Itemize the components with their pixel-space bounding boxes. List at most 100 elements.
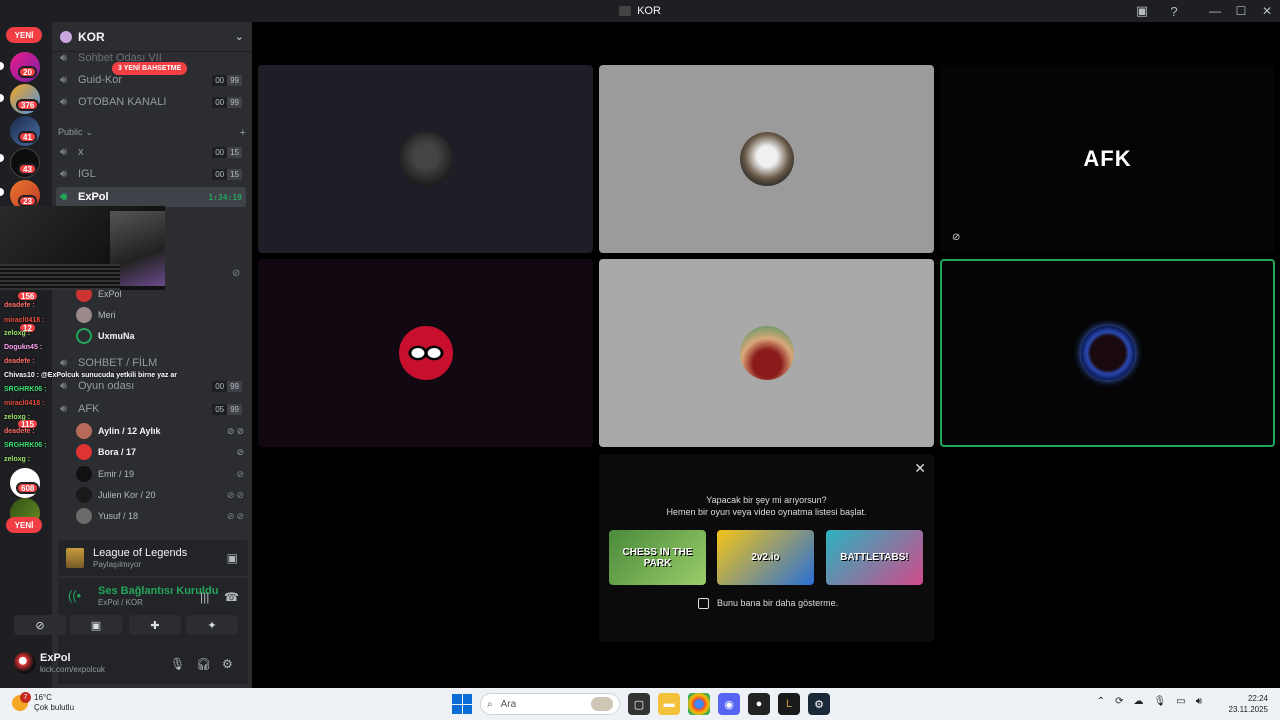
soundboard-button[interactable]: ✦ xyxy=(186,615,238,635)
camera-off-button[interactable]: ⊘ xyxy=(14,615,66,635)
mention-count-badge: 20 xyxy=(18,66,37,78)
unread-pill xyxy=(0,62,4,70)
muted-deafened-icons: ⊘⊘ xyxy=(226,425,246,436)
activities-button[interactable]: ✚ xyxy=(129,615,181,635)
participant-tile[interactable] xyxy=(599,259,934,447)
weather-icon: 7 xyxy=(12,692,31,711)
help-icon[interactable]: ? xyxy=(1158,0,1190,22)
chat-line: deadefe : xyxy=(4,428,35,435)
mention-count-badge: 43 xyxy=(18,163,37,175)
dont-show-checkbox[interactable] xyxy=(698,598,709,609)
participant-tile[interactable]: AFK ⊘ xyxy=(940,65,1275,253)
search-icon: ⌕ xyxy=(487,698,493,710)
game-card-chess[interactable]: CHESS IN THE PARK xyxy=(609,530,706,585)
settings-gear-icon[interactable]: ⚙ xyxy=(222,657,233,671)
channel-igl[interactable]: 🔊︎ IGL 00 15 xyxy=(56,164,246,184)
mention-count-badge: 41 xyxy=(18,131,37,143)
chat-line: deadefe : xyxy=(4,302,35,309)
category-public[interactable]: Public ⌄ + xyxy=(58,127,246,139)
muted-deafened-icons: ⊘⊘ xyxy=(226,489,246,500)
user-limit-max: 99 xyxy=(227,96,242,108)
participant-avatar xyxy=(398,132,453,186)
share-screen-icon[interactable]: ▣ xyxy=(227,551,238,565)
close-icon[interactable]: ✕ xyxy=(914,460,926,477)
weather-widget[interactable]: 7 16°C Çok bulutlu xyxy=(12,692,74,713)
user-limit-max: 15 xyxy=(227,146,242,158)
chat-line: SRGHRK06 : xyxy=(4,442,47,449)
participant-avatar xyxy=(739,132,794,186)
search-placeholder: Ara xyxy=(500,698,517,710)
user-limit: 00 15 xyxy=(212,146,242,158)
unread-pill xyxy=(0,188,4,196)
user-limit: 00 99 xyxy=(212,74,242,86)
new-badge-top[interactable]: YENİ xyxy=(6,27,42,43)
participant-tile[interactable] xyxy=(599,65,934,253)
minimize-button[interactable]: — xyxy=(1202,0,1228,22)
channel-expol[interactable]: 🔊︎ ExPol 1:34:19 xyxy=(56,187,246,207)
user-custom-status: kick.com/expolcuk xyxy=(40,665,105,674)
user-limit: 00 15 xyxy=(212,168,242,180)
activity-subheading: Hemen bir oyun veya video oynatma listes… xyxy=(666,507,867,517)
participant-tile-speaking[interactable] xyxy=(940,259,1275,447)
league-of-legends-icon xyxy=(66,548,84,568)
chat-line: SRGHRK06 : xyxy=(4,386,47,393)
new-badge-bottom[interactable]: YENİ xyxy=(6,517,42,533)
chat-line: zeloxg : xyxy=(4,456,31,463)
signal-icon: ((• xyxy=(68,588,82,603)
weather-temperature: 16°C xyxy=(34,693,52,702)
chevron-down-icon: ⌄ xyxy=(234,31,244,43)
channel-otoban[interactable]: 🔊︎ OTOBAN KANALI 00 99 xyxy=(56,92,246,112)
cloud-icon[interactable]: ☁ xyxy=(1134,696,1144,707)
task-view-icon[interactable]: ▢ xyxy=(628,693,650,715)
dont-show-label[interactable]: Bunu bana bir daha gösterme. xyxy=(717,598,838,608)
file-explorer-icon[interactable]: ▬ xyxy=(658,693,680,715)
microphone-tray-icon[interactable]: 🎙︎ xyxy=(1154,696,1167,707)
maximize-button[interactable]: ☐ xyxy=(1228,0,1254,22)
search-highlight-image xyxy=(591,697,613,711)
participant-tile[interactable] xyxy=(258,259,593,447)
speaker-icon: 🔊︎ xyxy=(60,145,67,158)
volume-icon[interactable]: 🔊︎ xyxy=(1196,696,1202,707)
speaker-icon: 🔊︎ xyxy=(60,167,67,180)
game-card-battletabs[interactable]: BATTLETABS! xyxy=(826,530,923,585)
avatar[interactable] xyxy=(14,652,36,674)
league-client-icon[interactable]: L xyxy=(778,693,800,715)
taskbar-search[interactable]: ⌕ Ara xyxy=(480,693,620,715)
window-title-group: KOR xyxy=(619,5,661,17)
participant-tile[interactable] xyxy=(258,65,593,253)
voice-location[interactable]: ExPol / KOR xyxy=(98,598,143,607)
discord-icon[interactable]: ◉ xyxy=(718,693,740,715)
microphone-icon[interactable]: 🎙︎ xyxy=(170,657,185,671)
title-bar: KOR ▣ ? — ☐ ✕ xyxy=(0,0,1280,22)
server-mini-icon xyxy=(619,6,632,16)
chrome-icon[interactable] xyxy=(688,693,710,715)
chevron-down-icon: ⌄ xyxy=(85,127,94,137)
muted-icon: ⊘ xyxy=(236,468,246,479)
screen-share-button[interactable]: ▣ xyxy=(70,615,122,635)
muted-deafened-icons: ⊘⊘ xyxy=(226,510,246,521)
user-limit: 05 99 xyxy=(212,403,242,415)
steam-icon[interactable]: ⚙ xyxy=(808,693,830,715)
chat-line: Chivas10 : @ExPolcuk sunucuda yetkili bi… xyxy=(4,372,177,379)
sync-icon[interactable]: ⟳ xyxy=(1115,696,1123,707)
windows-start-icon[interactable] xyxy=(452,694,472,714)
new-mentions-pill[interactable]: 3 YENİ BAHSETME xyxy=(112,62,188,75)
app-icon[interactable]: ● xyxy=(748,693,770,715)
inbox-icon[interactable]: ▣ xyxy=(1126,0,1158,22)
game-card-2v2[interactable]: 2v2.io xyxy=(717,530,814,585)
user-count: 05 xyxy=(212,403,228,415)
display-icon[interactable]: ▭ xyxy=(1176,696,1185,707)
chevron-up-icon[interactable]: ⌃ xyxy=(1097,696,1105,707)
headphones-icon[interactable]: 🎧︎ xyxy=(196,657,211,671)
activity-share-status: Paylaşılmıyor xyxy=(93,560,142,569)
channel-name: OTOBAN KANALI xyxy=(78,96,167,108)
channel-x[interactable]: 🔊︎ x 00 15 xyxy=(56,142,246,162)
muted-icon: ⊘ xyxy=(952,232,961,243)
noise-suppression-icon[interactable]: ||| xyxy=(200,590,209,604)
clock[interactable]: 22:24 23.11.2025 xyxy=(1229,693,1268,715)
disconnect-icon[interactable]: ☎ xyxy=(224,590,239,604)
activity-game-name: League of Legends xyxy=(93,547,188,559)
add-channel-icon[interactable]: + xyxy=(240,127,246,139)
close-window-button[interactable]: ✕ xyxy=(1254,0,1280,22)
activity-heading: Yapacak bir şey mi arıyorsun? xyxy=(706,495,827,505)
